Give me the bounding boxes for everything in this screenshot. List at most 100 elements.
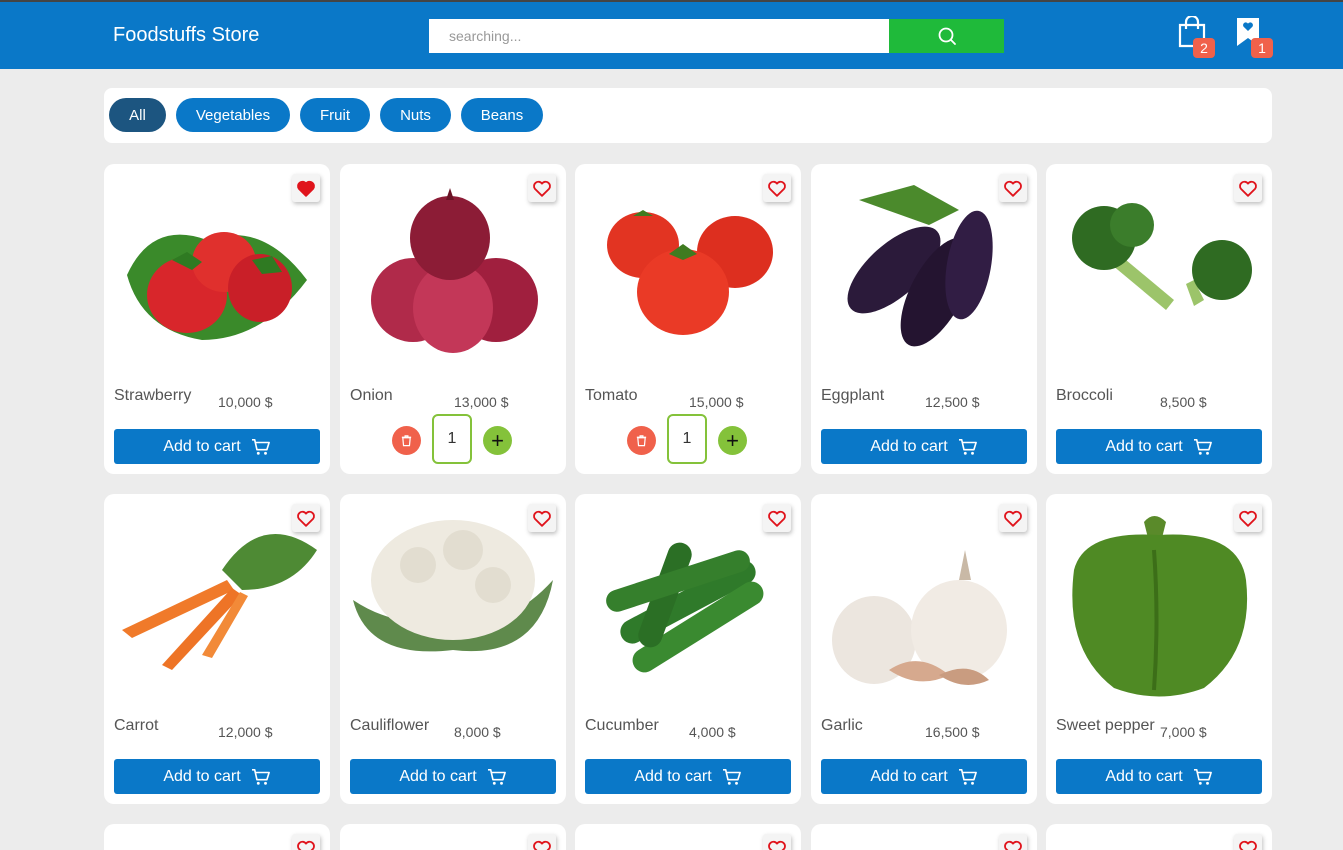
product-card-garlic: Garlic 16,500 $ Add to cart: [811, 494, 1037, 804]
favorite-toggle[interactable]: [999, 834, 1027, 850]
product-name: Sweet pepper: [1056, 717, 1155, 734]
add-to-cart-button[interactable]: Add to cart: [821, 759, 1027, 794]
product-card-partial: [1046, 824, 1272, 850]
product-price: 7,000 $: [1160, 724, 1207, 740]
category-filter-bar: All Vegetables Fruit Nuts Beans: [104, 88, 1272, 143]
cart-count-badge: 2: [1193, 38, 1215, 58]
strawberry-image: [127, 232, 307, 340]
add-to-cart-button[interactable]: Add to cart: [114, 759, 320, 794]
cart-icon: [958, 438, 978, 456]
add-to-cart-label: Add to cart: [634, 767, 712, 785]
favorite-toggle[interactable]: [763, 834, 791, 850]
add-to-cart-button[interactable]: Add to cart: [1056, 429, 1262, 464]
cauliflower-image: [353, 520, 553, 652]
add-to-cart-button[interactable]: Add to cart: [1056, 759, 1262, 794]
cucumber-image: [606, 542, 764, 673]
cart-icon: [251, 768, 271, 786]
heart-outline-icon: [295, 837, 317, 850]
product-price: 8,500 $: [1160, 394, 1207, 410]
filter-nuts[interactable]: Nuts: [380, 98, 451, 132]
top-navbar: Foodstuffs Store 2 1: [0, 0, 1343, 69]
plus-icon: +: [726, 428, 739, 453]
filter-beans[interactable]: Beans: [461, 98, 543, 132]
product-price: 15,000 $: [689, 394, 744, 410]
product-card-broccoli: Broccoli 8,500 $ Add to cart: [1046, 164, 1272, 474]
heart-outline-icon: [766, 837, 788, 850]
eggplant-image: [847, 185, 993, 347]
favorite-toggle[interactable]: [1234, 834, 1262, 850]
garlic-image: [832, 550, 1007, 685]
plus-icon: +: [491, 428, 504, 453]
cart-button[interactable]: 2: [1177, 14, 1215, 58]
quantity-stepper: +: [392, 414, 512, 464]
add-to-cart-button[interactable]: Add to cart: [585, 759, 791, 794]
product-card-eggplant: Eggplant 12,500 $ Add to cart: [811, 164, 1037, 474]
product-name: Strawberry: [114, 387, 192, 404]
cart-icon: [1193, 438, 1213, 456]
add-to-cart-label: Add to cart: [163, 437, 241, 455]
product-card-cucumber: Cucumber 4,000 $ Add to cart: [575, 494, 801, 804]
product-card-cauliflower: Cauliflower 8,000 $ Add to cart: [340, 494, 566, 804]
cart-icon: [722, 768, 742, 786]
product-name: Eggplant: [821, 387, 885, 404]
add-to-cart-label: Add to cart: [870, 767, 948, 785]
search-button[interactable]: [889, 19, 1004, 53]
add-to-cart-button[interactable]: Add to cart: [114, 429, 320, 464]
product-card-partial: [811, 824, 1037, 850]
filter-fruit[interactable]: Fruit: [300, 98, 370, 132]
product-card-partial: [104, 824, 330, 850]
add-to-cart-button[interactable]: Add to cart: [350, 759, 556, 794]
favorite-toggle[interactable]: [528, 834, 556, 850]
add-to-cart-label: Add to cart: [1105, 437, 1183, 455]
add-to-cart-label: Add to cart: [870, 437, 948, 455]
product-name: Cucumber: [585, 717, 659, 734]
increase-quantity-button[interactable]: +: [483, 426, 512, 455]
favorites-count-badge: 1: [1251, 38, 1273, 58]
heart-outline-icon: [1237, 837, 1259, 850]
product-card-onion: Onion 13,000 $ +: [340, 164, 566, 474]
onion-image: [371, 188, 538, 353]
filter-all[interactable]: All: [109, 98, 166, 132]
remove-from-cart-button[interactable]: [627, 426, 656, 455]
filter-vegetables[interactable]: Vegetables: [176, 98, 290, 132]
remove-from-cart-button[interactable]: [392, 426, 421, 455]
add-to-cart-label: Add to cart: [163, 767, 241, 785]
product-name: Broccoli: [1056, 387, 1113, 404]
search-input[interactable]: [429, 19, 889, 53]
quantity-input[interactable]: [432, 414, 472, 464]
product-name: Tomato: [585, 387, 638, 404]
product-price: 10,000 $: [218, 394, 273, 410]
product-price: 12,500 $: [925, 394, 980, 410]
add-to-cart-button[interactable]: Add to cart: [821, 429, 1027, 464]
sweet-pepper-image: [1072, 516, 1248, 697]
product-card-strawberry: Strawberry 10,000 $ Add to cart: [104, 164, 330, 474]
quantity-stepper: +: [627, 414, 747, 464]
cart-icon: [1193, 768, 1213, 786]
product-price: 13,000 $: [454, 394, 509, 410]
product-card-sweet-pepper: Sweet pepper 7,000 $ Add to cart: [1046, 494, 1272, 804]
trash-icon: [400, 434, 413, 447]
product-name: Onion: [350, 387, 393, 404]
increase-quantity-button[interactable]: +: [718, 426, 747, 455]
quantity-input[interactable]: [667, 414, 707, 464]
add-to-cart-label: Add to cart: [1105, 767, 1183, 785]
favorites-button[interactable]: 1: [1235, 16, 1273, 58]
heart-outline-icon: [1002, 837, 1024, 850]
search-icon: [938, 27, 956, 45]
product-price: 8,000 $: [454, 724, 501, 740]
cart-icon: [958, 768, 978, 786]
add-to-cart-label: Add to cart: [399, 767, 477, 785]
broccoli-image: [1072, 203, 1252, 310]
store-logo-title[interactable]: Foodstuffs Store: [113, 24, 259, 47]
product-price: 16,500 $: [925, 724, 980, 740]
favorite-toggle[interactable]: [292, 834, 320, 850]
heart-outline-icon: [531, 837, 553, 850]
carrot-image: [122, 534, 317, 670]
cart-icon: [487, 768, 507, 786]
tomato-image: [607, 210, 773, 335]
product-name: Garlic: [821, 717, 863, 734]
cart-icon: [251, 438, 271, 456]
product-card-tomato: Tomato 15,000 $ +: [575, 164, 801, 474]
trash-icon: [635, 434, 648, 447]
product-card-carrot: Carrot 12,000 $ Add to cart: [104, 494, 330, 804]
